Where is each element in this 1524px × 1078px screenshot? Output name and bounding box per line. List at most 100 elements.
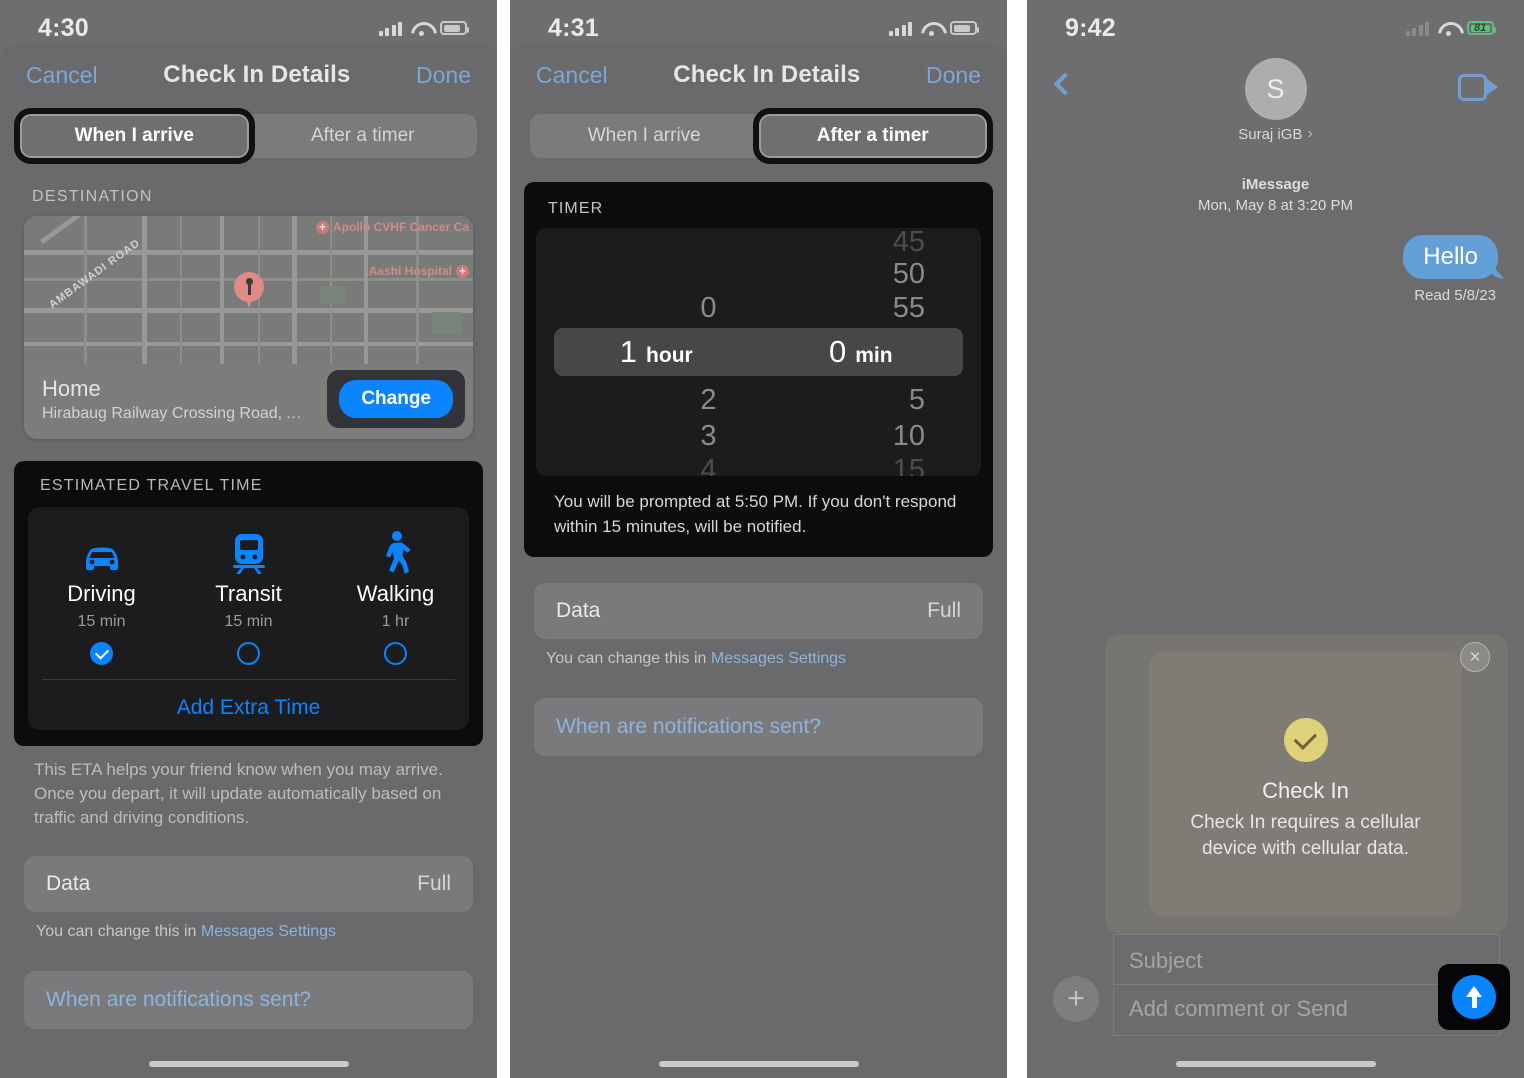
map-pin-icon — [234, 272, 264, 310]
segment-after-a-timer[interactable]: After a timer — [249, 114, 478, 158]
timer-card: TIMER 0 2 3 4 45 50 55 5 10 15 1 hour 0 … — [524, 182, 993, 558]
travel-mode-radio-selected[interactable] — [90, 642, 113, 665]
home-indicator — [148, 1061, 349, 1067]
status-time: 9:42 — [1065, 13, 1116, 42]
messages-settings-link[interactable]: Messages Settings — [201, 923, 336, 940]
done-button[interactable]: Done — [416, 62, 471, 89]
message-datetime: Mon, May 8 at 3:20 PM — [1197, 197, 1354, 215]
data-row-note: You can change this in Messages Settings — [510, 639, 1007, 668]
contact-name[interactable]: Suraj iGB — [1238, 125, 1313, 143]
cellular-bars-icon — [378, 21, 402, 36]
panel-after-a-timer: 4:31 Cancel Check In Details Done When I… — [510, 0, 1007, 1078]
contact-block[interactable]: S Suraj iGB — [1027, 58, 1524, 143]
picker-hour-option[interactable]: 4 — [536, 454, 759, 476]
alert-title: Check In — [1262, 778, 1349, 803]
picker-selected-row: 1 hour 0 min — [554, 328, 963, 376]
page-title: Check In Details — [163, 61, 351, 88]
cancel-button[interactable]: Cancel — [536, 62, 608, 89]
picker-minute-option[interactable]: 55 — [759, 292, 982, 325]
add-attachment-icon[interactable]: + — [1053, 976, 1099, 1022]
picker-minute-option[interactable]: 15 — [759, 454, 982, 476]
picker-hour-option[interactable]: 0 — [536, 292, 759, 325]
data-row-value: Full — [417, 872, 451, 896]
battery-icon — [950, 21, 979, 35]
data-row[interactable]: Data Full — [24, 856, 473, 912]
wifi-icon — [411, 21, 431, 36]
segment-when-i-arrive[interactable]: When I arrive — [530, 114, 759, 158]
hospital-icon — [456, 264, 469, 278]
picker-minute-option[interactable]: 10 — [759, 420, 982, 453]
notifications-help-link[interactable]: When are notifications sent? — [24, 971, 473, 1030]
destination-details: Home Hirabaug Railway Crossing Road, Ahm… — [24, 364, 473, 439]
battery-icon: 81 — [1467, 21, 1496, 35]
send-button[interactable] — [1452, 975, 1496, 1019]
estimated-travel-time-card: ESTIMATED TRAVEL TIME Driving 15 min Tra… — [14, 461, 483, 746]
picker-minute-option[interactable]: 5 — [759, 384, 982, 417]
picker-hour-option[interactable]: 2 — [536, 384, 759, 417]
message-composer: + Subject Add comment or Send — [1027, 934, 1524, 1044]
data-row-label: Data — [556, 599, 601, 623]
message-row: Hello — [1027, 217, 1524, 279]
notifications-help-link[interactable]: When are notifications sent? — [534, 698, 983, 757]
subject-placeholder[interactable]: Subject — [1129, 948, 1202, 974]
picker-hour-option[interactable]: 3 — [536, 420, 759, 453]
travel-mode-radio[interactable] — [384, 642, 407, 665]
home-indicator — [658, 1061, 859, 1067]
picker-selected-hours: 1 hour — [554, 334, 759, 370]
cellular-bars-icon — [888, 21, 912, 36]
picker-minute-option[interactable]: 45 — [759, 228, 982, 259]
check-in-sheet-2: Cancel Check In Details Done When I arri… — [510, 44, 1007, 1078]
travel-mode-radio[interactable] — [237, 642, 260, 665]
send-button-backdrop[interactable] — [1438, 964, 1510, 1030]
picker-selected-minutes: 0 min — [759, 334, 964, 370]
data-row[interactable]: Data Full — [534, 583, 983, 639]
status-icons — [378, 21, 469, 36]
check-in-sheet-1: Cancel Check In Details Done When I arri… — [0, 44, 497, 1078]
change-button[interactable]: Change — [339, 380, 453, 418]
message-service: iMessage — [1241, 176, 1310, 193]
panel-when-i-arrive: 4:30 Cancel Check In Details Done When I… — [0, 0, 497, 1078]
messages-settings-link[interactable]: Messages Settings — [711, 650, 846, 667]
segmented-control-1: When I arrive After a timer — [14, 108, 478, 164]
travel-mode-driving[interactable]: Driving 15 min — [28, 529, 175, 665]
home-indicator — [1175, 1061, 1376, 1067]
status-time: 4:31 — [548, 13, 599, 42]
eta-section-label: ESTIMATED TRAVEL TIME — [40, 477, 263, 494]
avatar[interactable]: S — [1244, 58, 1307, 120]
data-row-note: You can change this in Messages Settings — [0, 912, 497, 941]
data-note-text: You can change this in — [546, 650, 711, 668]
travel-mode-name: Walking — [356, 581, 435, 606]
screenshot-stage: 4:30 Cancel Check In Details Done When I… — [0, 0, 1524, 1078]
timer-picker[interactable]: 0 2 3 4 45 50 55 5 10 15 1 hour 0 min — [536, 228, 981, 476]
status-icons: 81 — [1405, 21, 1496, 36]
checkmark-icon — [1283, 718, 1328, 762]
picker-minute-option[interactable]: 50 — [759, 258, 982, 291]
status-time: 4:30 — [38, 13, 89, 42]
add-extra-time-button[interactable]: Add Extra Time — [28, 680, 469, 730]
travel-mode-name: Transit — [215, 581, 282, 606]
segment-when-i-arrive[interactable]: When I arrive — [14, 108, 255, 164]
done-button[interactable]: Done — [926, 62, 981, 89]
destination-card[interactable]: AMBAWADI ROAD Apollo CVHF Cancer Ca Aash… — [24, 216, 473, 439]
wifi-icon — [921, 21, 941, 36]
data-row-label: Data — [46, 872, 91, 896]
car-icon — [79, 529, 125, 575]
travel-mode-walking[interactable]: Walking 1 hr — [322, 529, 469, 665]
map-preview[interactable]: AMBAWADI ROAD Apollo CVHF Cancer Ca Aash… — [24, 216, 473, 364]
travel-mode-transit[interactable]: Transit 15 min — [175, 529, 322, 665]
page-title: Check In Details — [673, 61, 861, 88]
wifi-icon — [1438, 21, 1458, 36]
status-bar-1: 4:30 — [0, 0, 497, 56]
message-bubble[interactable]: Hello — [1403, 234, 1498, 279]
close-icon[interactable]: × — [1460, 642, 1490, 672]
segmented-control-2: When I arrive After a timer — [530, 108, 993, 164]
cancel-button[interactable]: Cancel — [26, 62, 98, 89]
data-row-value: Full — [927, 599, 961, 623]
battery-percent: 81 — [1474, 21, 1487, 34]
segment-after-a-timer[interactable]: After a timer — [752, 108, 993, 164]
change-button-backdrop: Change — [327, 370, 465, 428]
data-note-text: You can change this in — [36, 923, 201, 941]
timer-section-label: TIMER — [548, 200, 604, 217]
message-input-placeholder[interactable]: Add comment or Send — [1129, 996, 1348, 1022]
travel-mode-name: Driving — [67, 581, 136, 606]
